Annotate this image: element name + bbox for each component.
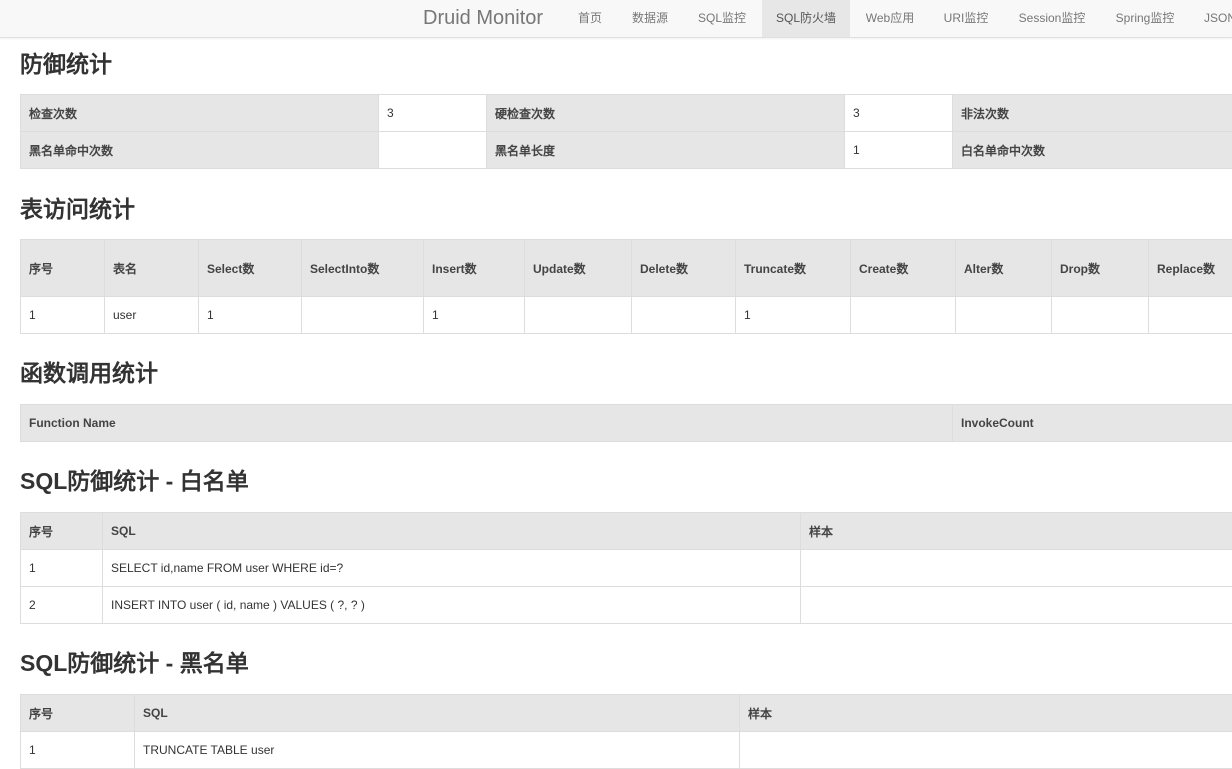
column-header-select[interactable]: Select数 xyxy=(198,239,302,297)
column-header-table-name[interactable]: 表名 xyxy=(104,239,199,297)
column-header-delete[interactable]: Delete数 xyxy=(631,239,736,297)
blacklist-table: 序号 SQL 样本 1 TRUNCATE TABLE user xyxy=(20,694,1232,769)
nav-item-web-app[interactable]: Web应用 xyxy=(852,0,928,37)
column-header-index[interactable]: 序号 xyxy=(20,239,105,297)
cell-drop xyxy=(1051,296,1149,334)
column-header-index[interactable]: 序号 xyxy=(20,694,135,732)
defense-stats-table: 检查次数 3 硬检查次数 3 非法次数 黑名单命中次数 黑名单长度 1 白名单命… xyxy=(20,94,1232,169)
cell-sample xyxy=(800,549,1232,587)
blacklist-hit-count-label: 黑名单命中次数 xyxy=(20,131,379,169)
navbar-brand[interactable]: Druid Monitor xyxy=(423,0,543,37)
column-header-select-into[interactable]: SelectInto数 xyxy=(301,239,424,297)
column-header-sql[interactable]: SQL xyxy=(134,694,740,732)
whitelist-hit-count-label: 白名单命中次数 xyxy=(952,131,1232,169)
top-navbar: Druid Monitor 首页 数据源 SQL监控 SQL防火墙 Web应用 … xyxy=(0,0,1232,38)
nav-item-session-monitor[interactable]: Session监控 xyxy=(1004,0,1100,37)
table-row: 1 TRUNCATE TABLE user xyxy=(20,731,1232,769)
cell-index: 1 xyxy=(20,549,103,587)
blacklist-length-label: 黑名单长度 xyxy=(486,131,845,169)
column-header-sample[interactable]: 样本 xyxy=(800,512,1232,550)
cell-select: 1 xyxy=(198,296,302,334)
nav-item-home[interactable]: 首页 xyxy=(564,0,616,37)
cell-index: 1 xyxy=(20,731,135,769)
cell-sql[interactable]: TRUNCATE TABLE user xyxy=(134,731,740,769)
table-row: 1 SELECT id,name FROM user WHERE id=? xyxy=(20,549,1232,587)
column-header-truncate[interactable]: Truncate数 xyxy=(735,239,851,297)
blacklist-title: SQL防御统计 - 黑名单 xyxy=(20,650,249,676)
hard-check-count-label: 硬检查次数 xyxy=(486,94,845,132)
cell-select-into xyxy=(301,296,424,334)
table-header-row: 序号 SQL 样本 xyxy=(20,512,1232,550)
cell-index: 1 xyxy=(20,296,105,334)
table-row: 检查次数 3 硬检查次数 3 非法次数 xyxy=(20,94,1232,132)
table-header-row: Function Name InvokeCount xyxy=(20,404,1232,442)
blacklist-length-value: 1 xyxy=(844,131,953,169)
cell-delete xyxy=(631,296,736,334)
cell-create xyxy=(850,296,956,334)
cell-index: 2 xyxy=(20,586,103,624)
illegal-count-label: 非法次数 xyxy=(952,94,1232,132)
cell-sample xyxy=(800,586,1232,624)
nav-item-spring-monitor[interactable]: Spring监控 xyxy=(1102,0,1188,37)
function-stats-title: 函数调用统计 xyxy=(20,360,158,386)
table-row: 2 INSERT INTO user ( id, name ) VALUES (… xyxy=(20,586,1232,624)
column-header-invoke-count[interactable]: InvokeCount xyxy=(952,404,1232,442)
column-header-sql[interactable]: SQL xyxy=(102,512,801,550)
cell-update xyxy=(524,296,632,334)
nav-item-sql-firewall[interactable]: SQL防火墙 xyxy=(762,0,850,37)
function-stats-table: Function Name InvokeCount xyxy=(20,404,1232,442)
defense-stats-title: 防御统计 xyxy=(20,51,112,77)
cell-truncate: 1 xyxy=(735,296,851,334)
table-row: 1 user 1 1 1 xyxy=(20,296,1232,334)
nav-item-json-api[interactable]: JSON xyxy=(1190,0,1232,37)
column-header-replace[interactable]: Replace数 xyxy=(1148,239,1232,297)
table-header-row: 序号 表名 Select数 SelectInto数 Insert数 Update… xyxy=(20,239,1232,297)
blacklist-hit-count-value xyxy=(378,131,487,169)
column-header-index[interactable]: 序号 xyxy=(20,512,103,550)
cell-alter xyxy=(955,296,1052,334)
nav-item-sql-monitor[interactable]: SQL监控 xyxy=(684,0,760,37)
column-header-update[interactable]: Update数 xyxy=(524,239,632,297)
nav-item-datasource[interactable]: 数据源 xyxy=(618,0,682,37)
table-access-title: 表访问统计 xyxy=(20,196,135,222)
column-header-insert[interactable]: Insert数 xyxy=(423,239,525,297)
column-header-alter[interactable]: Alter数 xyxy=(955,239,1052,297)
whitelist-title: SQL防御统计 - 白名单 xyxy=(20,468,249,494)
cell-table-name: user xyxy=(104,296,199,334)
table-header-row: 序号 SQL 样本 xyxy=(20,694,1232,732)
column-header-function-name[interactable]: Function Name xyxy=(20,404,953,442)
whitelist-table: 序号 SQL 样本 1 SELECT id,name FROM user WHE… xyxy=(20,512,1232,624)
cell-sql[interactable]: INSERT INTO user ( id, name ) VALUES ( ?… xyxy=(102,586,801,624)
hard-check-count-value: 3 xyxy=(844,94,953,132)
cell-insert: 1 xyxy=(423,296,525,334)
cell-sample xyxy=(739,731,1232,769)
check-count-label: 检查次数 xyxy=(20,94,379,132)
column-header-create[interactable]: Create数 xyxy=(850,239,956,297)
cell-sql[interactable]: SELECT id,name FROM user WHERE id=? xyxy=(102,549,801,587)
check-count-value: 3 xyxy=(378,94,487,132)
table-access-table: 序号 表名 Select数 SelectInto数 Insert数 Update… xyxy=(20,239,1232,334)
nav-item-uri-monitor[interactable]: URI监控 xyxy=(930,0,1002,37)
column-header-sample[interactable]: 样本 xyxy=(739,694,1232,732)
table-row: 黑名单命中次数 黑名单长度 1 白名单命中次数 xyxy=(20,131,1232,169)
column-header-drop[interactable]: Drop数 xyxy=(1051,239,1149,297)
cell-replace xyxy=(1148,296,1232,334)
